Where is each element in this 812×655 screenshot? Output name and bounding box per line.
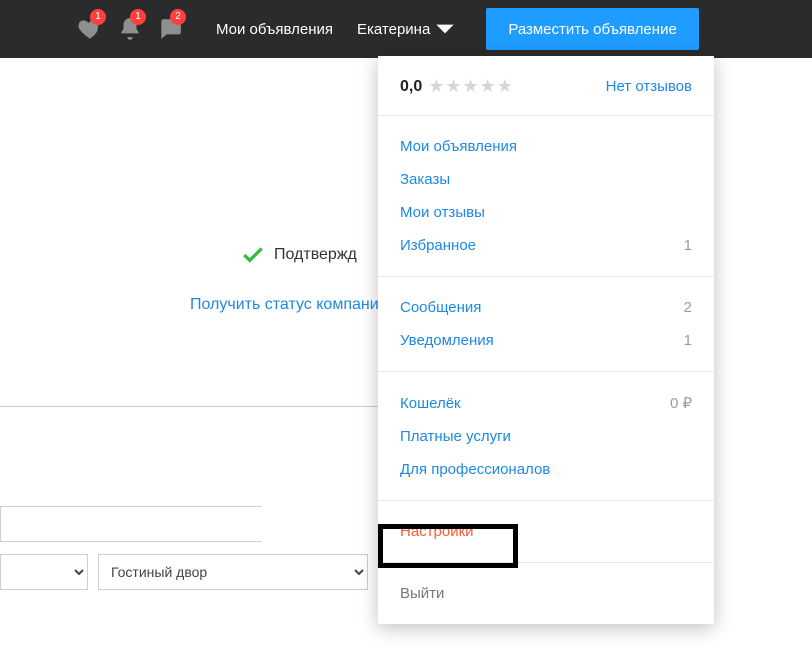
check-icon bbox=[240, 242, 266, 268]
chevron-down-icon bbox=[432, 16, 458, 42]
menu-messages[interactable]: Сообщения 2 bbox=[400, 291, 692, 324]
messages-icon-button[interactable]: 2 bbox=[152, 13, 188, 45]
notifications-badge: 1 bbox=[130, 9, 146, 25]
divider bbox=[0, 406, 380, 407]
menu-professionals[interactable]: Для профессионалов bbox=[400, 453, 692, 486]
favorites-badge: 1 bbox=[90, 9, 106, 25]
rating-value: 0,0 bbox=[400, 78, 422, 96]
select-left[interactable] bbox=[0, 554, 88, 590]
dropdown-section-account: Мои объявления Заказы Мои отзывы Избранн… bbox=[378, 116, 714, 277]
topbar: 1 1 2 Мои объявления Екатерина Разместит… bbox=[0, 0, 812, 58]
menu-settings[interactable]: Настройки bbox=[400, 515, 474, 548]
menu-logout[interactable]: Выйти bbox=[400, 577, 692, 610]
user-dropdown: 0,0 ★★★★★ Нет отзывов Мои объявления Зак… bbox=[378, 56, 714, 624]
dropdown-section-logout: Выйти bbox=[378, 563, 714, 624]
reviews-link[interactable]: Нет отзывов bbox=[606, 78, 692, 95]
text-input[interactable] bbox=[0, 506, 262, 542]
menu-orders[interactable]: Заказы bbox=[400, 163, 692, 196]
notifications-count: 1 bbox=[684, 332, 692, 349]
verify-label: Подтвержд bbox=[274, 246, 357, 264]
ruble-icon: ₽ bbox=[682, 394, 692, 412]
stars-icon: ★★★★★ bbox=[428, 76, 514, 97]
wallet-amount: 0 bbox=[670, 395, 678, 412]
post-ad-button[interactable]: Разместить объявление bbox=[486, 8, 698, 50]
menu-paid-services[interactable]: Платные услуги bbox=[400, 420, 692, 453]
messages-badge: 2 bbox=[170, 9, 186, 25]
menu-notifications[interactable]: Уведомления 1 bbox=[400, 324, 692, 357]
messages-count: 2 bbox=[684, 299, 692, 316]
dropdown-section-inbox: Сообщения 2 Уведомления 1 bbox=[378, 277, 714, 372]
menu-wallet[interactable]: Кошелёк 0 ₽ bbox=[400, 386, 692, 420]
user-name: Екатерина bbox=[357, 21, 430, 38]
dropdown-section-settings: Настройки bbox=[378, 501, 714, 563]
my-ads-link[interactable]: Мои объявления bbox=[216, 21, 333, 38]
dropdown-section-money: Кошелёк 0 ₽ Платные услуги Для профессио… bbox=[378, 372, 714, 501]
menu-my-reviews[interactable]: Мои отзывы bbox=[400, 196, 692, 229]
favorites-count: 1 bbox=[684, 237, 692, 254]
menu-my-ads[interactable]: Мои объявления bbox=[400, 130, 692, 163]
rating-row: 0,0 ★★★★★ Нет отзывов bbox=[378, 56, 714, 116]
menu-favorites[interactable]: Избранное 1 bbox=[400, 229, 692, 262]
favorites-icon-button[interactable]: 1 bbox=[72, 13, 108, 45]
notifications-icon-button[interactable]: 1 bbox=[112, 13, 148, 45]
user-menu-trigger[interactable]: Екатерина bbox=[357, 16, 458, 42]
select-location[interactable]: Гостиный двор bbox=[98, 554, 368, 590]
verify-status: Подтвержд bbox=[240, 242, 357, 268]
company-status-link[interactable]: Получить статус компани bbox=[190, 296, 379, 314]
